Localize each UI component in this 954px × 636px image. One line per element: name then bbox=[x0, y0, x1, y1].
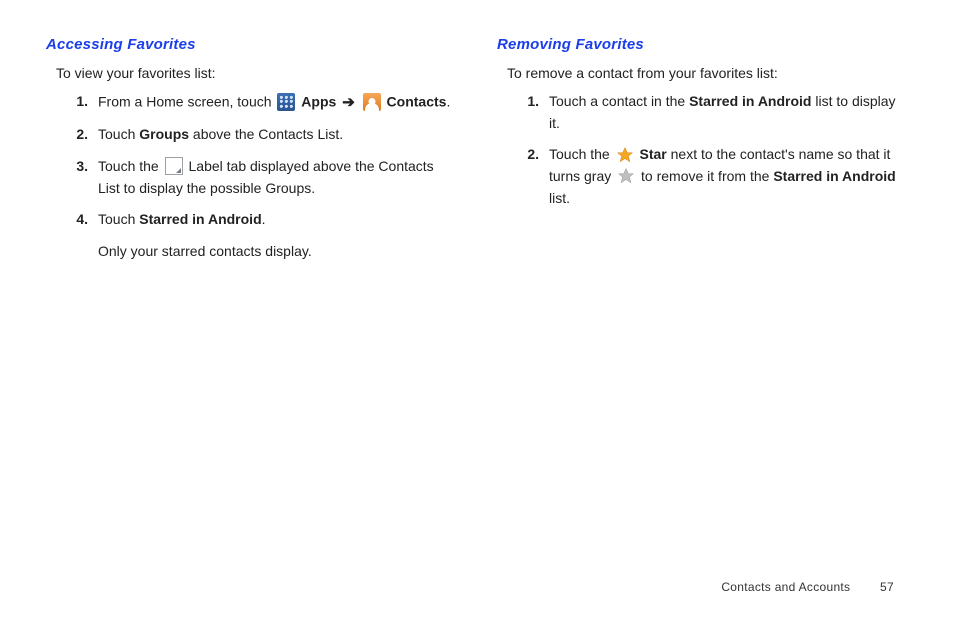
step-body: Touch Groups above the Contacts List. bbox=[98, 124, 457, 146]
step-3-accessing: 3. Touch the Label tab displayed above t… bbox=[72, 156, 457, 199]
step-number: 1. bbox=[72, 91, 98, 114]
step-1-removing: 1. Touch a contact in the Starred in And… bbox=[523, 91, 908, 134]
page-number: 57 bbox=[854, 580, 894, 594]
step-body: Touch the Label tab displayed above the … bbox=[98, 156, 457, 199]
star-gold-icon bbox=[616, 146, 634, 164]
apps-icon bbox=[277, 93, 295, 111]
text: Touch the bbox=[98, 158, 163, 174]
text: From a Home screen, touch bbox=[98, 93, 275, 109]
steps-removing: 1. Touch a contact in the Starred in And… bbox=[523, 91, 908, 209]
page-footer: Contacts and Accounts 57 bbox=[0, 580, 954, 594]
contacts-label: Contacts bbox=[387, 93, 447, 109]
text: . bbox=[262, 211, 266, 227]
section-title-accessing: Accessing Favorites bbox=[46, 36, 457, 53]
arrow-icon: ➔ bbox=[342, 91, 355, 114]
star-label: Star bbox=[640, 146, 667, 162]
step-number: 3. bbox=[72, 156, 98, 199]
contacts-icon bbox=[363, 93, 381, 111]
page-body: Accessing Favorites To view your favorit… bbox=[0, 0, 954, 560]
intro-accessing: To view your favorites list: bbox=[56, 65, 457, 81]
step-2-accessing: 2. Touch Groups above the Contacts List. bbox=[72, 124, 457, 146]
bold-text: Starred in Android bbox=[139, 211, 261, 227]
text: list. bbox=[549, 190, 570, 206]
footer-section-name: Contacts and Accounts bbox=[721, 580, 850, 594]
left-column: Accessing Favorites To view your favorit… bbox=[46, 36, 457, 560]
intro-removing: To remove a contact from your favorites … bbox=[507, 65, 908, 81]
section-title-removing: Removing Favorites bbox=[497, 36, 908, 53]
text: to remove it from the bbox=[641, 168, 773, 184]
step-body: Touch Starred in Android. Only your star… bbox=[98, 209, 457, 262]
apps-label: Apps bbox=[301, 93, 336, 109]
steps-accessing: 1. From a Home screen, touch Apps ➔ Cont… bbox=[72, 91, 457, 263]
text: Touch bbox=[98, 126, 139, 142]
text: Touch bbox=[98, 211, 139, 227]
step-body: Touch the Star next to the contact's nam… bbox=[549, 144, 908, 209]
text: Touch the bbox=[549, 146, 614, 162]
step-number: 2. bbox=[523, 144, 549, 209]
step-1-accessing: 1. From a Home screen, touch Apps ➔ Cont… bbox=[72, 91, 457, 114]
star-gray-icon bbox=[617, 167, 635, 185]
text: Touch a contact in the bbox=[549, 93, 689, 109]
label-tab-icon bbox=[165, 157, 183, 175]
bold-text: Starred in Android bbox=[773, 168, 895, 184]
text: . bbox=[446, 93, 450, 109]
step-body: Touch a contact in the Starred in Androi… bbox=[549, 91, 908, 134]
step-note: Only your starred contacts display. bbox=[98, 241, 457, 263]
step-body: From a Home screen, touch Apps ➔ Contact… bbox=[98, 91, 457, 114]
right-column: Removing Favorites To remove a contact f… bbox=[497, 36, 908, 560]
step-4-accessing: 4. Touch Starred in Android. Only your s… bbox=[72, 209, 457, 262]
text: above the Contacts List. bbox=[189, 126, 343, 142]
bold-text: Groups bbox=[139, 126, 189, 142]
step-number: 4. bbox=[72, 209, 98, 262]
step-number: 2. bbox=[72, 124, 98, 146]
step-number: 1. bbox=[523, 91, 549, 134]
bold-text: Starred in Android bbox=[689, 93, 811, 109]
step-2-removing: 2. Touch the Star next to the contact's … bbox=[523, 144, 908, 209]
